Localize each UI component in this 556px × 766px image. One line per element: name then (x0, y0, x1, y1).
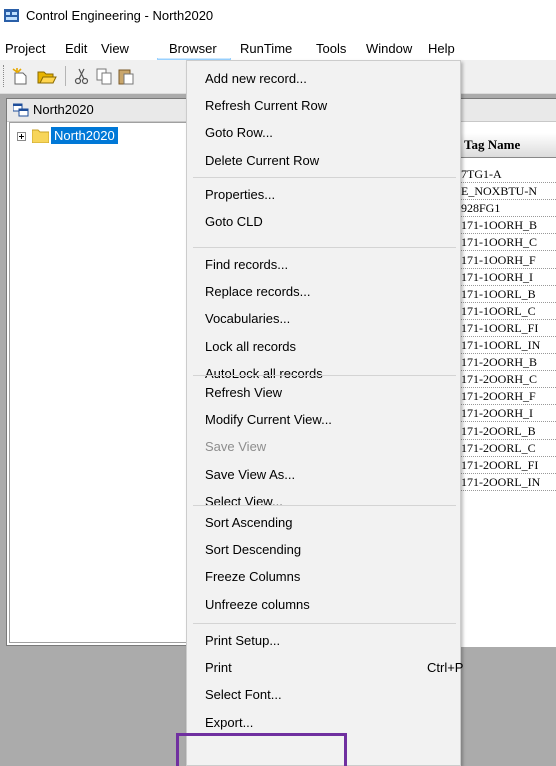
menu-item-label: Vocabularies... (205, 311, 291, 327)
toolbar-separator (65, 66, 66, 86)
menu-item-label: Properties... (205, 187, 276, 202)
menu-item-label: Select Font... (205, 687, 282, 703)
grid-row-tag-name[interactable]: 7TG1-A (460, 166, 556, 183)
grid-row-tag-name[interactable]: 171-1OORL_C (460, 303, 556, 320)
grid-row-tag-name[interactable]: 171-2OORL_FI (460, 457, 556, 474)
menu-separator (193, 177, 456, 178)
grid-row-tag-name[interactable]: 171-2OORH_C (460, 371, 556, 389)
title-bar: Control Engineering - North2020 (0, 0, 556, 30)
menu-item-label: Save View As... (205, 466, 296, 482)
menu-separator (193, 505, 456, 506)
menu-item-export[interactable]: Export... (187, 709, 460, 736)
menu-help[interactable]: Help (428, 40, 455, 57)
menu-browser[interactable]: Browser (169, 40, 217, 57)
menu-item-sort-ascending[interactable]: Sort Ascending (187, 509, 460, 536)
grid-row-tag-name[interactable]: 171-1OORL_IN (460, 337, 556, 354)
menu-item-refresh-view[interactable]: Refresh View (187, 379, 460, 406)
window-title: Control Engineering - North2020 (26, 8, 214, 23)
tree-view[interactable]: North2020 (9, 122, 215, 643)
menu-item-refresh-current-row[interactable]: Refresh Current Row (187, 92, 460, 119)
menu-item-goto-row[interactable]: Goto Row... (187, 119, 460, 146)
menu-separator (193, 623, 456, 624)
grid-row-tag-name[interactable]: 171-2OORL_B (460, 423, 556, 440)
menu-runtime[interactable]: RunTime (240, 40, 292, 57)
menu-item-modify-current-view[interactable]: Modify Current View... (187, 406, 460, 433)
menu-item-properties[interactable]: Properties... (187, 181, 460, 208)
menu-item-label: Replace records... (205, 284, 311, 300)
menu-item-select-font[interactable]: Select Font... (187, 681, 460, 708)
menu-project[interactable]: Project (5, 40, 45, 57)
grid-row-tag-name[interactable]: 171-2OORH_I (460, 405, 556, 423)
column-header-tag-name[interactable]: Tag Name (464, 137, 520, 153)
menu-separator (193, 375, 456, 376)
menu-window[interactable]: Window (366, 40, 412, 57)
expand-icon[interactable] (17, 132, 26, 141)
menu-item-freeze-columns[interactable]: Freeze Columns (187, 563, 460, 590)
menu-item-label: Modify Current View... (205, 412, 332, 428)
menu-bar: Project Edit View Browser RunTime Tools … (0, 36, 556, 58)
grid-row-tag-name[interactable]: 171-1OORH_F (460, 252, 556, 269)
menu-item-label: Print (205, 660, 232, 676)
menu-item-label: Refresh View (205, 385, 283, 400)
grid-row-tag-name[interactable]: 171-2OORL_IN (460, 474, 556, 491)
copy-icon[interactable] (96, 68, 113, 85)
grid-row-tag-name[interactable]: 171-1OORL_B (460, 286, 556, 303)
open-folder-icon[interactable] (37, 68, 57, 85)
menu-item-print-setup[interactable]: Print Setup... (187, 627, 460, 654)
menu-item-find-records[interactable]: Find records... (187, 251, 460, 278)
grid-row-tag-name[interactable]: 171-1OORL_FI (460, 320, 556, 337)
grid-row-tag-name[interactable]: 171-2OORH_F (460, 388, 556, 406)
menu-item-vocabularies[interactable]: Vocabularies... (187, 305, 460, 332)
grid-row-tag-name[interactable]: 171-2OORH_B (460, 354, 556, 372)
folder-icon (32, 129, 49, 143)
grid-row-tag-name[interactable]: 171-1OORH_B (460, 217, 556, 235)
menu-item-save-view-as[interactable]: Save View As... (187, 461, 460, 488)
menu-item-label: Save View (205, 439, 267, 455)
menu-item-label: Goto CLD (205, 214, 263, 230)
menu-item-save-view: Save View (187, 433, 460, 460)
browser-menu-dropdown: Add new record... Refresh Current Row Goto… (186, 60, 464, 766)
menu-item-print[interactable]: Print Ctrl+P (187, 654, 464, 681)
grid-row-tag-name[interactable]: 928FG1 (460, 200, 556, 218)
menu-item-label: Delete Current Row (205, 152, 320, 168)
menu-edit[interactable]: Edit (65, 40, 87, 57)
app-icon (4, 9, 19, 22)
menu-item-label: Find records... (205, 257, 289, 272)
cut-icon[interactable] (74, 68, 90, 85)
menu-item-label: Export... (205, 714, 254, 730)
menu-item-label: Lock all records (205, 338, 297, 354)
grid-row-tag-name[interactable]: 171-1OORH_I (460, 269, 556, 286)
menu-item-shortcut: Ctrl+P (427, 660, 464, 676)
tree-window-icon (13, 103, 29, 117)
menu-item-label: Unfreeze columns (205, 596, 310, 612)
paste-icon[interactable] (118, 68, 135, 85)
grid-row-tag-name[interactable]: E_NOXBTU-N (460, 183, 556, 201)
menu-item-label: Print Setup... (205, 633, 281, 648)
toolbar-grip[interactable] (3, 65, 7, 87)
menu-view[interactable]: View (101, 40, 129, 57)
menu-separator (193, 247, 456, 248)
tree-pane-title: North2020 (33, 102, 94, 117)
grid-row-tag-name[interactable]: 171-2OORL_C (460, 440, 556, 457)
menu-item-add-new-record[interactable]: Add new record... (187, 65, 460, 92)
menu-item-lock-all-records[interactable]: Lock all records (187, 333, 460, 360)
menu-item-label: Add new record... (205, 71, 307, 86)
menu-item-label: Sort Descending (205, 542, 302, 558)
menu-item-replace-records[interactable]: Replace records... (187, 278, 460, 305)
menu-item-sort-descending[interactable]: Sort Descending (187, 536, 460, 563)
menu-item-label: Goto Row... (205, 125, 273, 141)
menu-item-unfreeze-columns[interactable]: Unfreeze columns (187, 591, 460, 618)
menu-item-delete-current-row[interactable]: Delete Current Row (187, 147, 460, 174)
menu-item-label: Refresh Current Row (205, 98, 328, 114)
menu-item-label: Sort Ascending (205, 515, 293, 530)
menu-item-goto-cld[interactable]: Goto CLD (187, 208, 460, 235)
grid-row-tag-name[interactable]: 171-1OORH_C (460, 234, 556, 252)
menu-tools[interactable]: Tools (316, 40, 346, 57)
new-icon[interactable] (12, 68, 30, 85)
menu-item-label: Freeze Columns (205, 569, 301, 585)
tree-node-north2020[interactable]: North2020 (51, 127, 118, 144)
export-annotation-box (176, 733, 347, 766)
